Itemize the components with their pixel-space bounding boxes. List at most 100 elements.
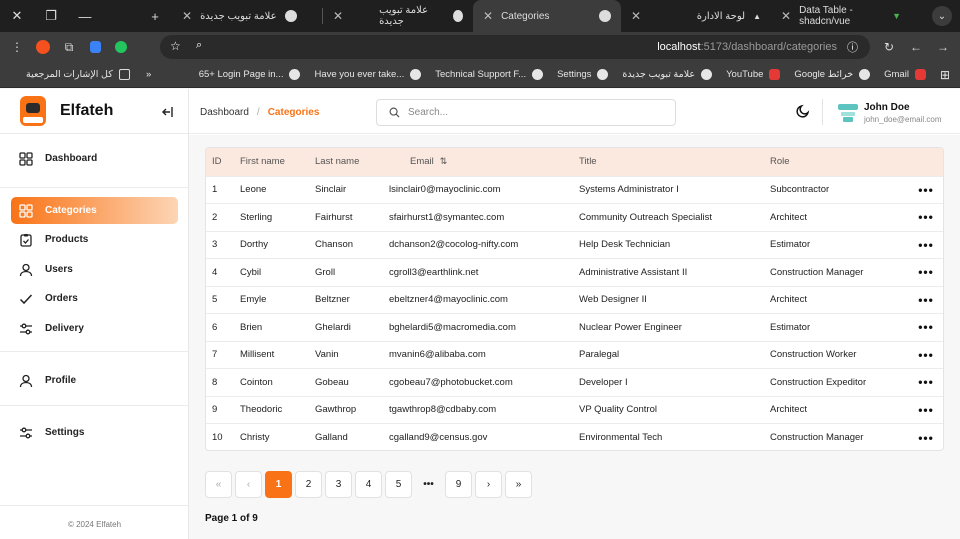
search-input[interactable] <box>408 107 658 118</box>
top-header: Dashboard / Categories John Doe john_doe@e… <box>189 89 960 134</box>
vue-icon: ▼ <box>892 11 901 21</box>
tab-title: Categories <box>501 10 550 22</box>
bookmark-all[interactable]: كل الإشارات المرجعية <box>26 69 130 80</box>
page-button[interactable]: 1 <box>265 471 292 498</box>
moon-icon[interactable] <box>795 103 813 121</box>
sort-icon[interactable]: ⇅ <box>440 156 448 166</box>
table-cell-title: Paralegal <box>573 340 764 369</box>
page-button[interactable]: 4 <box>355 471 382 498</box>
breadcrumb-root[interactable]: Dashboard <box>200 107 249 118</box>
sidebar-item-profile[interactable]: Profile <box>11 367 178 394</box>
table-cell-email: bghelardi5@macromedia.com <box>383 313 573 341</box>
browser-tab[interactable]: ✕ لوحة الادارة ▲ <box>621 0 771 32</box>
table-cell-title: Environmental Tech <box>573 423 764 450</box>
browser-tab[interactable]: ✕ علامة تبويب جديدة <box>323 0 473 32</box>
restore-window-icon[interactable]: ❐ <box>34 0 68 32</box>
column-header-email-label: Email <box>410 156 434 168</box>
back-icon[interactable]: ← <box>903 34 929 60</box>
last-page-button[interactable]: » <box>505 471 532 498</box>
shield-icon[interactable] <box>82 34 108 60</box>
table-cell-id: 9 <box>206 395 234 424</box>
row-actions-button[interactable]: ••• <box>909 230 943 259</box>
sidebar-item-products[interactable]: Products <box>11 226 178 253</box>
bookmark-item[interactable]: 65+ Login Page in... <box>199 69 301 80</box>
previous-page-button[interactable]: ‹ <box>235 471 262 498</box>
row-actions-button[interactable]: ••• <box>909 340 943 369</box>
column-header-first-name: First name <box>240 156 285 168</box>
next-page-button[interactable]: › <box>475 471 502 498</box>
table-cell-first: Millisent <box>234 340 309 369</box>
star-icon[interactable]: ☆ <box>170 39 181 53</box>
row-actions-button[interactable]: ••• <box>909 285 943 314</box>
browser-toolbar: ⋮ ⧉ ☆ ⌕ localhost:5173/dashboard/categor… <box>0 32 960 62</box>
minimize-window-icon[interactable]: — <box>68 0 102 32</box>
sidebar-item-settings[interactable]: Settings <box>11 419 178 446</box>
extension-brave-icon[interactable] <box>30 34 56 60</box>
table-cell-last: Beltzner <box>309 285 383 314</box>
avatar[interactable] <box>837 103 859 123</box>
reload-icon[interactable]: ↻ <box>876 34 902 60</box>
user-icon <box>19 263 33 276</box>
page-button[interactable]: 5 <box>385 471 412 498</box>
table-cell-last: Galland <box>309 423 383 450</box>
zoom-icon[interactable]: ⌕ <box>196 39 202 52</box>
tab-search-icon[interactable]: ⌄ <box>932 6 952 26</box>
page-button-last[interactable]: 9 <box>445 471 472 498</box>
globe-icon <box>452 10 463 22</box>
site-info-icon[interactable]: ⓘ <box>847 39 858 55</box>
row-actions-button[interactable]: ••• <box>909 395 943 424</box>
sidebar-item-label: Orders <box>45 293 78 304</box>
bookmarks-overflow-icon[interactable]: » <box>146 69 151 80</box>
table-row: 2 Sterling Fairhurst sfairhurst1@symantec.c… <box>206 203 943 231</box>
column-header-last-name: Last name <box>315 156 360 168</box>
browser-tab[interactable]: ✕ Data Table - shadcn/vue ▼ <box>771 0 911 32</box>
bookmark-item[interactable]: YouTube <box>726 69 781 80</box>
address-bar[interactable]: ☆ ⌕ localhost:5173/dashboard/categories … <box>160 35 870 59</box>
table-cell-first: Brien <box>234 313 309 341</box>
row-actions-button[interactable]: ••• <box>909 258 943 286</box>
menu-dots-icon[interactable]: ⋮ <box>4 34 30 60</box>
row-actions-button[interactable]: ••• <box>909 368 943 396</box>
extension-color-icon[interactable] <box>108 34 134 60</box>
bookmark-item[interactable]: علامة تبويب جديدة <box>622 69 713 80</box>
bookmark-item[interactable]: Google خرائط <box>794 69 871 80</box>
row-actions-button[interactable]: ••• <box>909 175 943 204</box>
column-header-email[interactable]: Email ⇅ <box>383 148 573 176</box>
forward-icon[interactable]: → <box>930 34 956 60</box>
sidebar-item-delivery[interactable]: Delivery <box>11 315 178 342</box>
row-actions-button[interactable]: ••• <box>909 423 943 450</box>
bookmark-item[interactable]: Settings <box>557 69 609 80</box>
bookmark-item[interactable]: Gmail <box>884 69 926 80</box>
bookmark-label: علامة تبويب جديدة <box>622 69 696 80</box>
bookmark-label: Have you ever take... <box>314 69 405 80</box>
tab-close-icon[interactable]: ✕ <box>483 9 493 23</box>
row-actions-button[interactable]: ••• <box>909 313 943 341</box>
bookmark-label: Google خرائط <box>794 69 854 80</box>
row-actions-button[interactable]: ••• <box>909 203 943 231</box>
sidebar-item-orders[interactable]: Orders <box>11 285 178 312</box>
close-window-icon[interactable]: ✕ <box>0 0 34 32</box>
new-tab-icon[interactable]: + <box>138 0 172 32</box>
bookmark-item[interactable]: Technical Support F... <box>435 69 544 80</box>
collapse-sidebar-icon[interactable] <box>158 103 176 121</box>
page-info: Page 1 of 9 <box>205 513 258 524</box>
apps-grid-icon[interactable]: ⊞ <box>940 68 950 82</box>
browser-tab-active[interactable]: ✕ Categories <box>473 0 621 32</box>
extensions-icon[interactable]: ⧉ <box>56 34 82 60</box>
tab-close-icon[interactable]: ✕ <box>182 9 192 23</box>
table-cell-role: Architect <box>764 203 909 231</box>
bookmark-item[interactable]: Have you ever take... <box>314 69 422 80</box>
tab-close-icon[interactable]: ✕ <box>631 9 641 23</box>
first-page-button[interactable]: « <box>205 471 232 498</box>
sidebar-item-users[interactable]: Users <box>11 256 178 283</box>
table-cell-first: Emyle <box>234 285 309 314</box>
sidebar-footer-divider <box>0 505 189 506</box>
sidebar-item-dashboard[interactable]: Dashboard <box>11 145 178 172</box>
page-button[interactable]: 3 <box>325 471 352 498</box>
page-button[interactable]: 2 <box>295 471 322 498</box>
globe-icon <box>859 69 871 80</box>
sidebar-item-categories[interactable]: Categories <box>11 197 178 224</box>
browser-tab[interactable]: ✕ علامة تبويب جديدة <box>172 0 322 32</box>
tab-close-icon[interactable]: ✕ <box>781 9 791 23</box>
tab-close-icon[interactable]: ✕ <box>333 9 343 23</box>
